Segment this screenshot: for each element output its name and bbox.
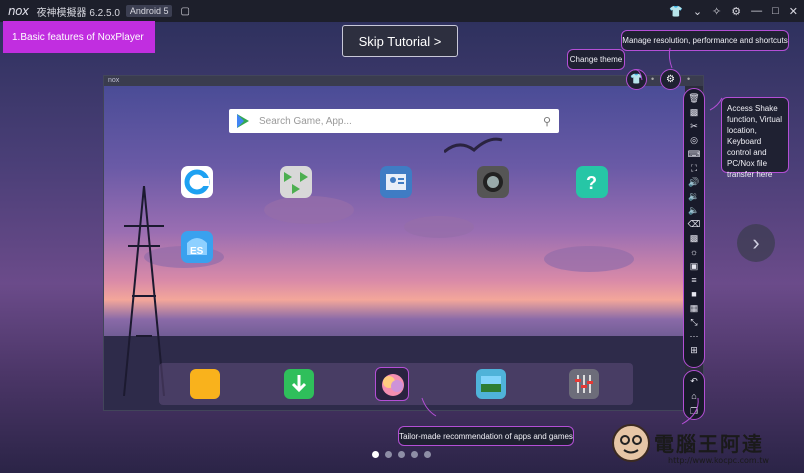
gallery-icon[interactable] bbox=[476, 369, 506, 399]
download-store-icon[interactable] bbox=[284, 369, 314, 399]
watermark: 電腦王阿達 http://www.kocpc.com.tw bbox=[612, 420, 802, 472]
screenshot-icon[interactable]: ▣ bbox=[686, 260, 702, 272]
page-dot[interactable] bbox=[385, 451, 392, 458]
chevron-down-icon[interactable]: ⌄ bbox=[693, 5, 702, 18]
gear-icon[interactable]: ⚙ bbox=[731, 5, 741, 18]
page-dot[interactable] bbox=[372, 451, 379, 458]
c-browser-icon[interactable] bbox=[181, 166, 213, 198]
cloud-decoration bbox=[404, 216, 474, 238]
feature-title-label: 1.Basic features of NoxPlayer bbox=[3, 21, 155, 53]
search-placeholder: Search Game, App... bbox=[259, 115, 352, 127]
tooltip-connectors bbox=[633, 47, 723, 111]
settings-mixer-icon[interactable] bbox=[569, 369, 599, 399]
media-player-icon[interactable] bbox=[280, 166, 312, 198]
camera-app-icon[interactable] bbox=[477, 166, 509, 198]
brightness-icon[interactable]: ☼ bbox=[686, 246, 702, 258]
cloud-decoration bbox=[544, 246, 634, 272]
next-page-button[interactable]: › bbox=[737, 224, 775, 262]
page-dot[interactable] bbox=[411, 451, 418, 458]
import-icon[interactable]: ⊞ bbox=[686, 344, 702, 356]
contacts-icon[interactable] bbox=[380, 166, 412, 198]
volume-mute-icon[interactable]: 🔈 bbox=[686, 204, 702, 216]
watermark-text: 電腦王阿達 bbox=[654, 432, 764, 456]
bird-silhouette bbox=[444, 137, 503, 154]
cloud-decoration bbox=[264, 196, 354, 224]
multi-drive-icon[interactable]: ▩ bbox=[686, 232, 702, 244]
watermark-url: http://www.kocpc.com.tw bbox=[668, 456, 769, 465]
search-bar[interactable]: Search Game, App... ⚲ bbox=[229, 109, 559, 133]
title-bar: nox 夜神模擬器 6.2.5.0 Android 5 ▢ 👕 ⌄ ✧ ⚙ — … bbox=[0, 0, 804, 22]
nox-logo: nox bbox=[8, 4, 29, 18]
page-dot[interactable] bbox=[424, 451, 431, 458]
svg-text:ES: ES bbox=[190, 246, 204, 257]
app-title: 夜神模擬器 6.2.5.0 bbox=[36, 7, 120, 19]
pagination-dots bbox=[372, 451, 431, 458]
clear-icon[interactable]: ⌫ bbox=[686, 218, 702, 230]
es-file-explorer-icon[interactable]: ES bbox=[181, 231, 213, 263]
folder-icon[interactable] bbox=[190, 369, 220, 399]
shirt-icon[interactable]: 👕 bbox=[669, 5, 683, 18]
maximize-icon[interactable]: □ bbox=[772, 5, 779, 17]
window-controls: 👕 ⌄ ✧ ⚙ — □ ✕ bbox=[669, 0, 798, 22]
skip-tutorial-button[interactable]: Skip Tutorial > bbox=[342, 25, 458, 57]
more-icon[interactable]: ⋯ bbox=[686, 330, 702, 342]
search-icon[interactable]: ⚲ bbox=[543, 115, 551, 128]
volume-down-icon[interactable]: 🔉 bbox=[686, 190, 702, 202]
record-icon[interactable]: ■ bbox=[686, 288, 702, 300]
minimize-icon[interactable]: — bbox=[751, 5, 762, 17]
close-icon[interactable]: ✕ bbox=[789, 5, 798, 18]
recommend-icon[interactable] bbox=[375, 367, 409, 401]
chevron-right-icon: › bbox=[752, 230, 760, 255]
watermark-face-logo bbox=[612, 424, 650, 462]
page-dot[interactable] bbox=[398, 451, 405, 458]
globe-icon[interactable]: ✧ bbox=[712, 5, 721, 18]
shake-icon[interactable]: ≡ bbox=[686, 274, 702, 286]
macro-icon[interactable]: ▦ bbox=[686, 302, 702, 314]
resize-icon[interactable]: ⤡ bbox=[686, 316, 702, 328]
android-version-badge: Android 5 bbox=[125, 5, 173, 17]
back-icon[interactable]: ↶ bbox=[686, 375, 702, 387]
camera-icon[interactable]: ▢ bbox=[180, 6, 189, 17]
play-store-icon bbox=[237, 114, 249, 128]
